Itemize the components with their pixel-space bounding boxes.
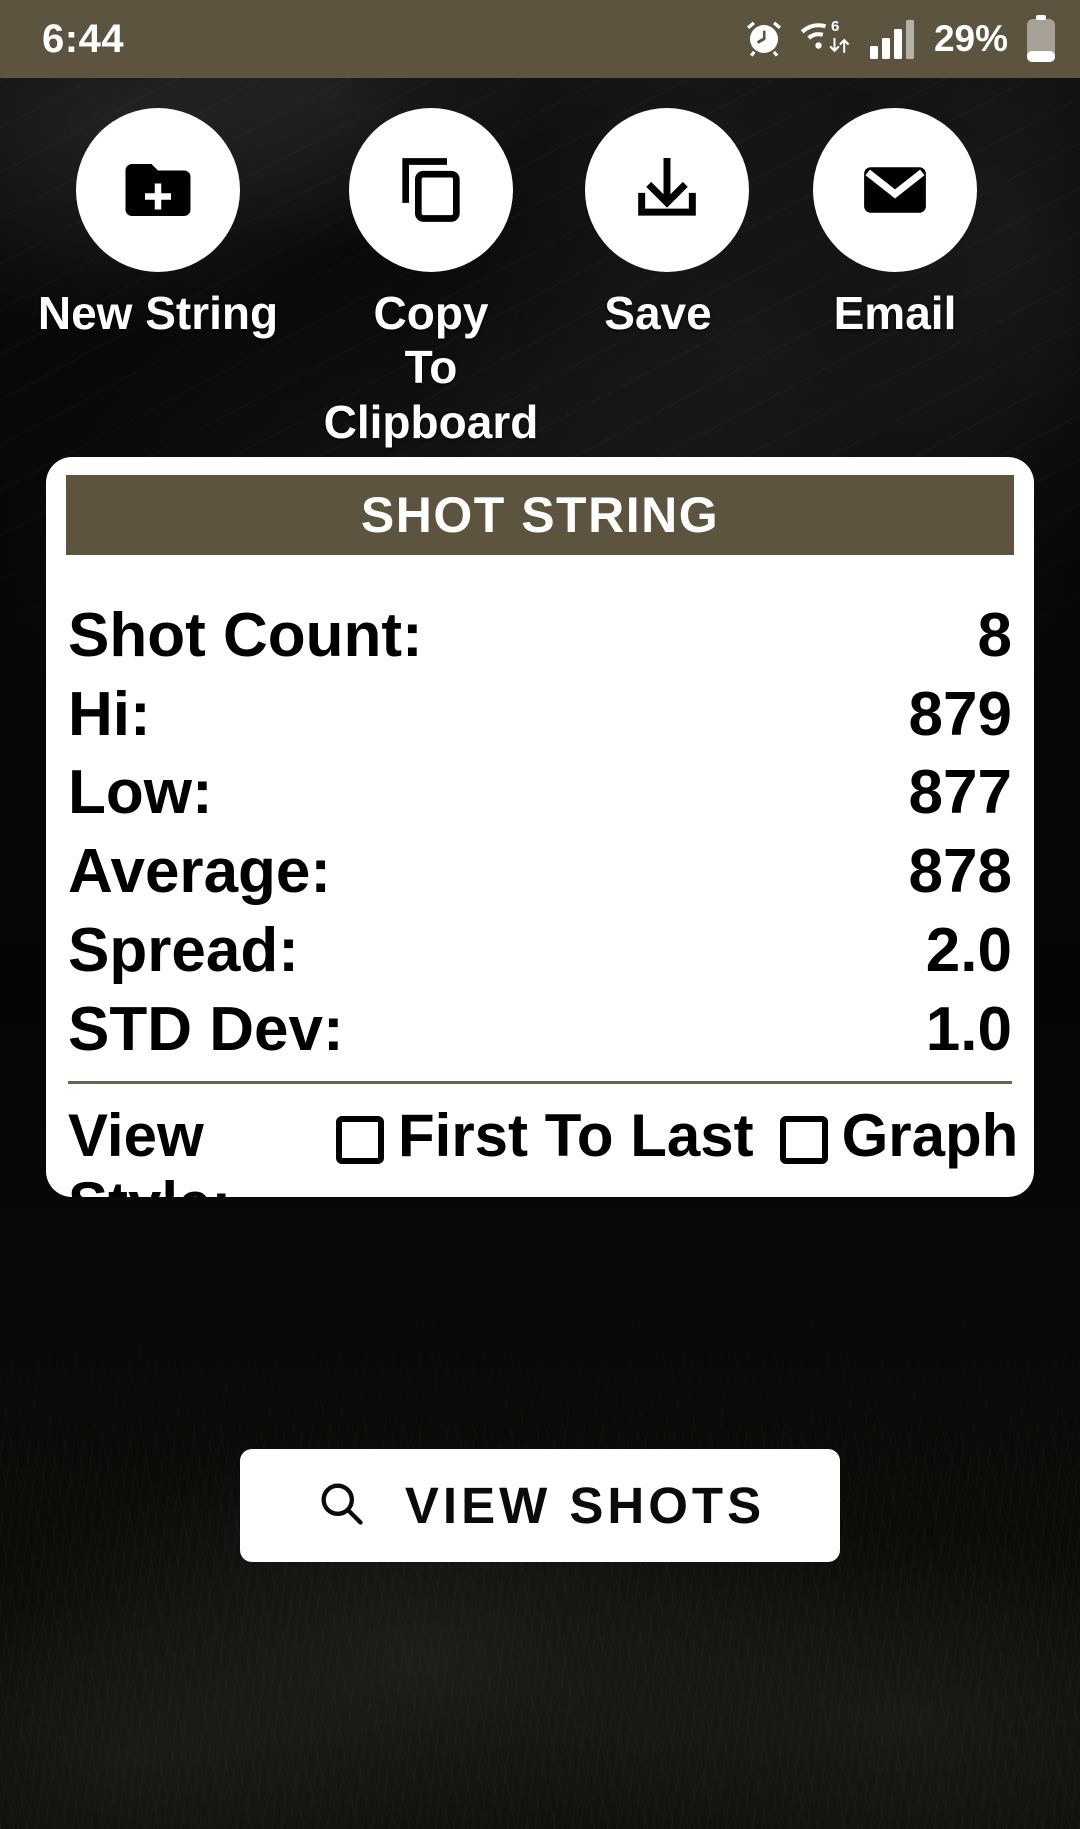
copy-icon — [393, 152, 469, 228]
email-button[interactable]: Email — [750, 108, 1040, 340]
cellular-signal-icon — [869, 19, 914, 59]
folder-plus-icon — [119, 151, 197, 229]
first-to-last-checkbox-group[interactable]: First To Last — [336, 1102, 754, 1169]
download-icon — [629, 152, 705, 228]
stat-label: Hi: — [68, 679, 151, 749]
search-icon — [315, 1477, 367, 1534]
stat-label: Shot Count: — [68, 601, 423, 670]
graph-label: Graph — [841, 1102, 1019, 1170]
save-button[interactable]: Save — [585, 108, 749, 340]
copy-to-clipboard-button-circle[interactable] — [349, 108, 513, 272]
copy-to-clipboard-button-label: Copy To Clipboard — [323, 287, 539, 448]
new-string-button-circle[interactable] — [76, 108, 240, 272]
stat-label: Spread: — [68, 915, 299, 985]
stat-value: 877 — [908, 758, 1012, 828]
copy-to-clipboard-button[interactable]: Copy To Clipboard — [300, 108, 562, 449]
background-grass-texture — [0, 1309, 1080, 1829]
envelope-icon — [856, 151, 934, 229]
status-bar-icons: 6 29% — [744, 15, 1056, 63]
stat-label: STD Dev: — [68, 994, 344, 1064]
shot-string-title: SHOT STRING — [360, 487, 720, 543]
view-shots-label: VIEW SHOTS — [404, 1477, 766, 1534]
battery-icon — [1026, 15, 1056, 63]
save-button-label: Save — [604, 287, 712, 339]
stat-value: 8 — [977, 601, 1012, 670]
stat-label: Low: — [68, 758, 213, 828]
graph-checkbox-group[interactable]: Graph — [779, 1102, 1019, 1170]
email-button-circle[interactable] — [813, 108, 977, 272]
svg-text:6: 6 — [831, 18, 839, 35]
status-bar-clock: 6:44 — [42, 16, 125, 61]
app-screen: 6:44 6 29% New String Copy To Clipboard … — [0, 0, 1080, 1829]
email-button-label: Email — [833, 287, 957, 339]
first-to-last-checkbox[interactable] — [336, 1116, 384, 1164]
battery-percent-label: 29% — [933, 18, 1008, 59]
alarm-icon — [744, 19, 784, 59]
stat-value: 1.0 — [925, 994, 1012, 1064]
new-string-button[interactable]: New String — [22, 108, 294, 340]
stat-row: Spread: 2.0 — [68, 912, 1012, 991]
stat-row: Low: 877 — [68, 754, 1012, 833]
stat-value: 2.0 — [925, 915, 1012, 985]
stat-value: 879 — [908, 679, 1012, 749]
new-string-button-label: New String — [37, 287, 279, 339]
stat-row: Hi: 879 — [68, 676, 1012, 755]
save-button-circle[interactable] — [585, 108, 749, 272]
shot-string-card: SHOT STRING Shot Count: 8 Hi: 879 Low: 8… — [46, 457, 1034, 1197]
status-bar: 6:44 6 29% — [0, 0, 1080, 78]
graph-checkbox[interactable] — [779, 1116, 828, 1164]
stat-row: Shot Count: 8 — [68, 597, 1012, 676]
view-style-label: View Style: — [68, 1102, 231, 1197]
shot-string-card-header: SHOT STRING — [66, 475, 1014, 555]
stat-label: Average: — [68, 837, 332, 907]
stat-row: STD Dev: 1.0 — [68, 991, 1012, 1070]
stat-value: 878 — [908, 837, 1012, 907]
view-style-row: View Style: First To Last Graph — [46, 1084, 1034, 1197]
view-shots-button[interactable]: VIEW SHOTS — [240, 1449, 840, 1562]
first-to-last-label: First To Last — [398, 1102, 754, 1170]
wifi-6-icon: 6 — [800, 18, 854, 60]
shot-string-stats: Shot Count: 8 Hi: 879 Low: 877 Average: … — [46, 555, 1034, 1069]
stat-row: Average: 878 — [68, 833, 1012, 912]
